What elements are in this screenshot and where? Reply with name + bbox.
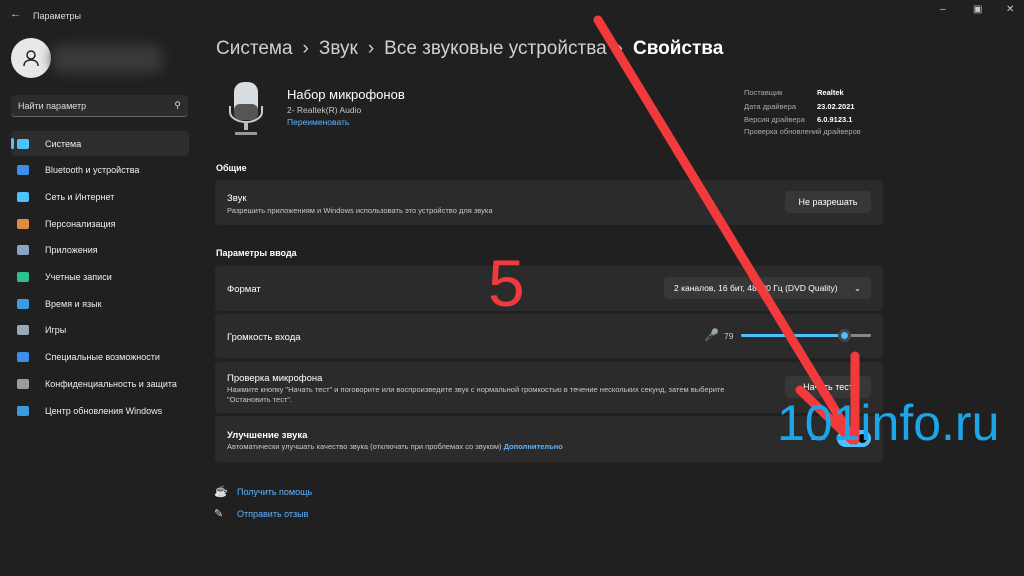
mic-test-desc: Нажмите кнопку "Начать тест" и поговорит… [227,385,725,404]
driver-date-value: 23.02.2021 [817,102,855,111]
page-title: Свойства [632,38,724,59]
sidebar-item-10[interactable]: Центр обновления Windows [11,398,189,423]
sidebar-item-label: Сеть и Интернет [45,191,115,202]
sidebar-item-9[interactable]: Конфиденциальность и защита [11,371,189,396]
breadcrumb: Система › Звук › Все звуковые устройства › … [216,38,724,60]
sidebar-item-3[interactable]: Персонализация [11,211,189,236]
input-heading: Параметры ввода [216,248,297,258]
format-label: Формат [227,284,261,295]
avatar[interactable] [11,38,51,78]
microphone-device-icon [229,82,263,135]
sidebar-item-6[interactable]: Время и язык [11,291,189,316]
sidebar-item-2[interactable]: Сеть и Интернет [11,184,189,209]
rename-link[interactable]: Переименовать [287,117,349,127]
sidebar-item-icon [17,325,29,336]
check-driver-updates-link[interactable]: Проверка обновлений драйверов [744,127,861,136]
user-name-blurred [52,45,162,73]
close-button[interactable]: ✕ [1006,4,1014,15]
format-value: 2 каналов, 16 бит, 48000 Гц (DVD Quality… [674,283,838,293]
volume-card: Громкость входа 🎤 79 [215,314,883,358]
search-icon: ⚲ [174,100,181,110]
sidebar-item-label: Приложения [45,245,98,256]
maximize-button[interactable]: ▣ [973,4,982,15]
sidebar-item-0[interactable]: Система [11,131,189,156]
disallow-button[interactable]: Не разрешать [785,191,871,213]
sidebar-item-label: Время и язык [45,298,102,309]
sidebar-item-icon [17,298,29,309]
format-dropdown[interactable]: 2 каналов, 16 бит, 48000 Гц (DVD Quality… [664,277,871,299]
sidebar-item-icon [17,138,29,149]
search-placeholder: Найти параметр [18,100,87,111]
breadcrumb-all-devices[interactable]: Все звуковые устройства [384,38,606,60]
send-feedback-link[interactable]: Отправить отзыв [237,509,308,519]
advanced-link[interactable]: Дополнительно [504,442,563,451]
volume-slider-fill [741,334,844,337]
feedback-icon: ✎ [214,508,224,520]
sidebar-item-icon [17,378,29,389]
sound-title: Звук [227,193,247,204]
minimize-button[interactable]: – [940,4,946,15]
breadcrumb-system[interactable]: Система [216,38,293,60]
sidebar-item-label: Система [45,138,82,149]
driver-version-value: 6.0.9123.1 [817,115,853,124]
sound-desc: Разрешить приложениям и Windows использо… [227,206,493,215]
sidebar-item-label: Специальные возможности [45,352,160,363]
sidebar-item-icon [17,245,29,256]
volume-label: Громкость входа [227,332,301,343]
sidebar-item-5[interactable]: Учетные записи [11,265,189,290]
sound-card: Звук Разрешить приложениям и Windows исп… [215,180,883,225]
sidebar-item-label: Конфиденциальность и защита [45,378,177,389]
step-number-annotation: 5 [488,246,525,320]
sidebar-item-8[interactable]: Специальные возможности [11,345,189,370]
sidebar-item-icon [17,191,29,202]
sidebar-item-label: Игры [45,325,67,336]
user-icon [23,50,39,67]
microphone-icon: 🎤 [704,328,719,342]
sidebar-item-1[interactable]: Bluetooth и устройства [11,158,189,183]
back-button[interactable]: ← [10,8,21,20]
sidebar-item-7[interactable]: Игры [11,318,189,343]
sidebar-item-icon [17,165,29,176]
enhancement-desc: Автоматически улучшать качество звука (о… [227,442,502,451]
sidebar-item-icon [17,352,29,363]
device-name: Набор микрофонов [287,87,405,102]
sidebar-item-label: Персонализация [45,218,116,229]
sidebar-item-label: Центр обновления Windows [45,405,163,416]
vendor-label: Поставщик [744,88,783,97]
sidebar-item-icon [17,272,29,282]
enhancement-title: Улучшение звука [227,430,308,441]
sidebar-item-label: Учетные записи [45,272,112,282]
volume-slider-thumb[interactable] [837,329,851,342]
watermark: 101info.ru [777,395,1000,451]
help-icon: ☕ [214,486,228,498]
sidebar-item-icon [17,405,29,416]
format-card: Формат 2 каналов, 16 бит, 48000 Гц (DVD … [215,266,883,311]
vendor-value: Realtek [817,88,844,97]
sidebar-item-icon [17,218,29,229]
search-input[interactable]: Найти параметр ⚲ [11,95,188,117]
driver-version-label: Версия драйвера [744,115,805,124]
sidebar-item-4[interactable]: Приложения [11,238,189,263]
window-title: Параметры [33,11,81,21]
breadcrumb-sound[interactable]: Звук [319,38,358,60]
sidebar-item-label: Bluetooth и устройства [45,165,140,176]
general-heading: Общие [216,163,247,173]
chevron-down-icon: ⌄ [853,282,861,293]
volume-slider[interactable] [741,329,871,342]
mic-test-title: Проверка микрофона [227,373,323,384]
volume-value: 79 [724,331,734,341]
get-help-link[interactable]: Получить помощь [237,487,312,497]
device-subtitle: 2- Realtek(R) Audio [287,105,362,115]
driver-date-label: Дата драйвера [744,102,797,111]
